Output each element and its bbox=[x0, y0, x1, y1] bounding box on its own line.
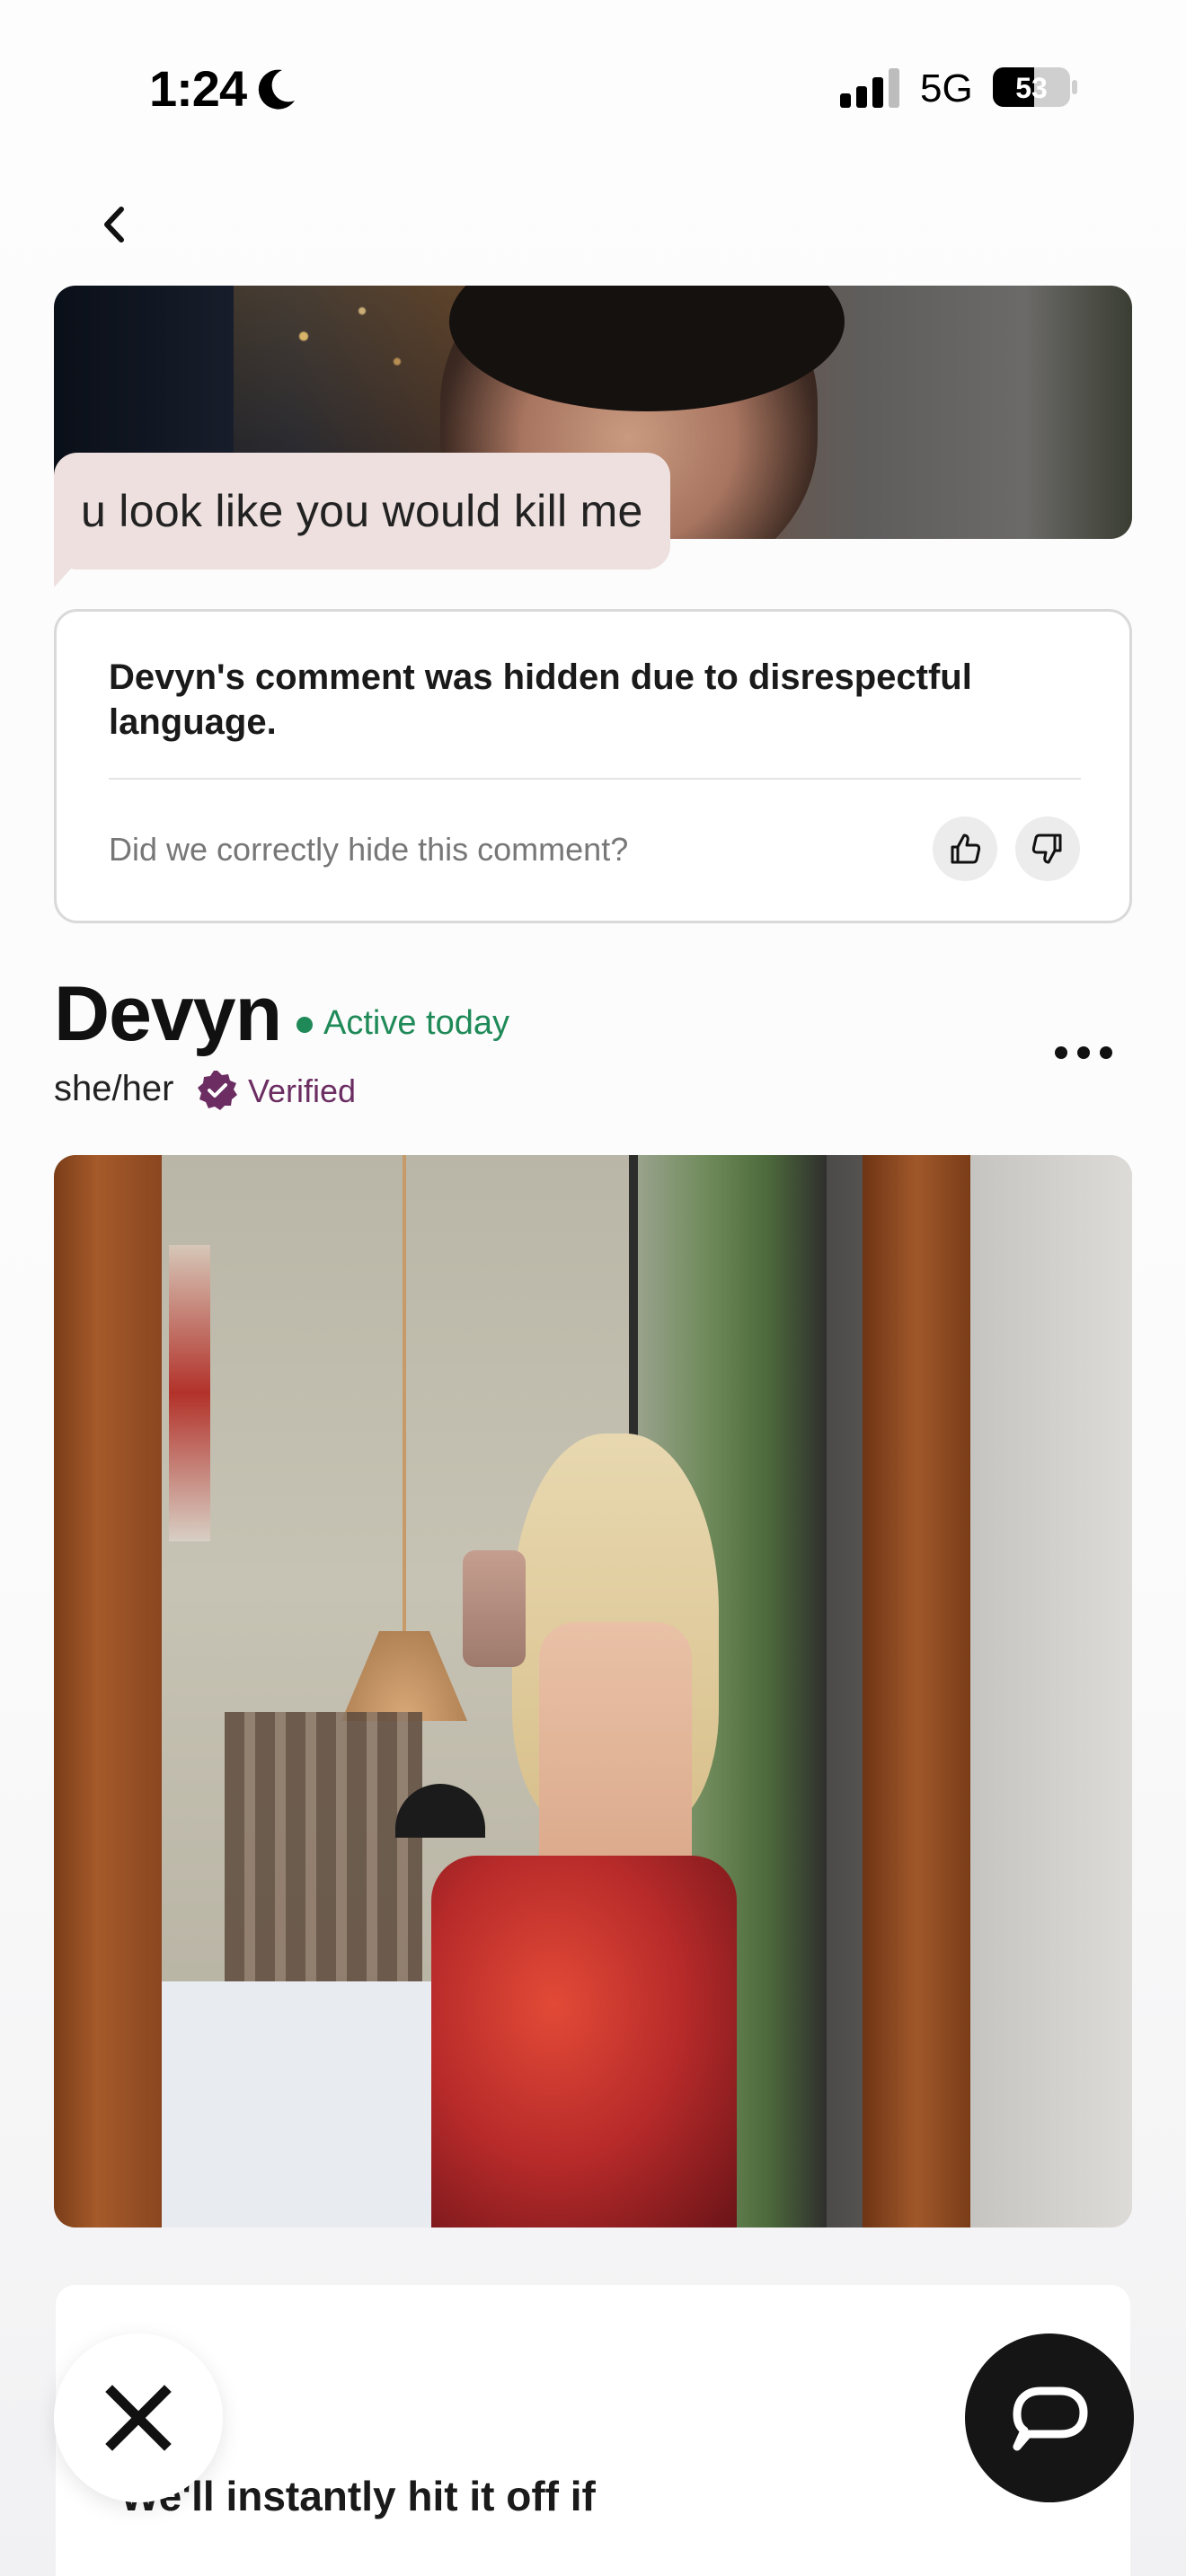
close-icon bbox=[105, 2385, 172, 2451]
comment-text: u look like you would kill me bbox=[81, 486, 643, 536]
profile-photo[interactable] bbox=[54, 1155, 1132, 2228]
active-status: Active today bbox=[323, 1004, 509, 1042]
profile-name: Devyn bbox=[54, 971, 282, 1057]
thumbs-up-button[interactable] bbox=[933, 816, 997, 881]
signal-icon bbox=[840, 68, 899, 108]
hidden-comment-message: Devyn's comment was hidden due to disres… bbox=[109, 657, 972, 742]
feedback-question: Did we correctly hide this comment? bbox=[109, 831, 629, 868]
pronouns: she/her bbox=[54, 1069, 174, 1108]
moon-icon bbox=[258, 69, 295, 110]
dismiss-button[interactable] bbox=[54, 2333, 223, 2502]
thumbs-down-icon bbox=[1031, 834, 1062, 864]
comment-bubble: u look like you would kill me bbox=[54, 453, 670, 569]
comment-icon bbox=[1013, 2386, 1088, 2451]
status-bar: 1:24 5G 53 bbox=[0, 0, 1186, 171]
more-icon bbox=[1055, 1046, 1067, 1059]
verified-label: Verified bbox=[248, 1072, 357, 1109]
thumbs-up-icon bbox=[951, 834, 981, 864]
back-button[interactable] bbox=[86, 198, 140, 251]
active-status-dot bbox=[296, 1017, 313, 1033]
network-label: 5G bbox=[920, 66, 973, 110]
battery-icon: 53 bbox=[993, 67, 1077, 107]
hidden-comment-notice: Devyn's comment was hidden due to disres… bbox=[54, 609, 1132, 923]
battery-level: 53 bbox=[1015, 72, 1048, 104]
verified-badge-icon bbox=[198, 1071, 237, 1110]
back-chevron-icon bbox=[104, 207, 124, 243]
divider bbox=[109, 778, 1081, 780]
status-time: 1:24 bbox=[149, 60, 247, 117]
thumbs-down-button[interactable] bbox=[1015, 816, 1080, 881]
comment-button[interactable] bbox=[965, 2333, 1134, 2502]
more-options-button[interactable] bbox=[1055, 1033, 1112, 1072]
